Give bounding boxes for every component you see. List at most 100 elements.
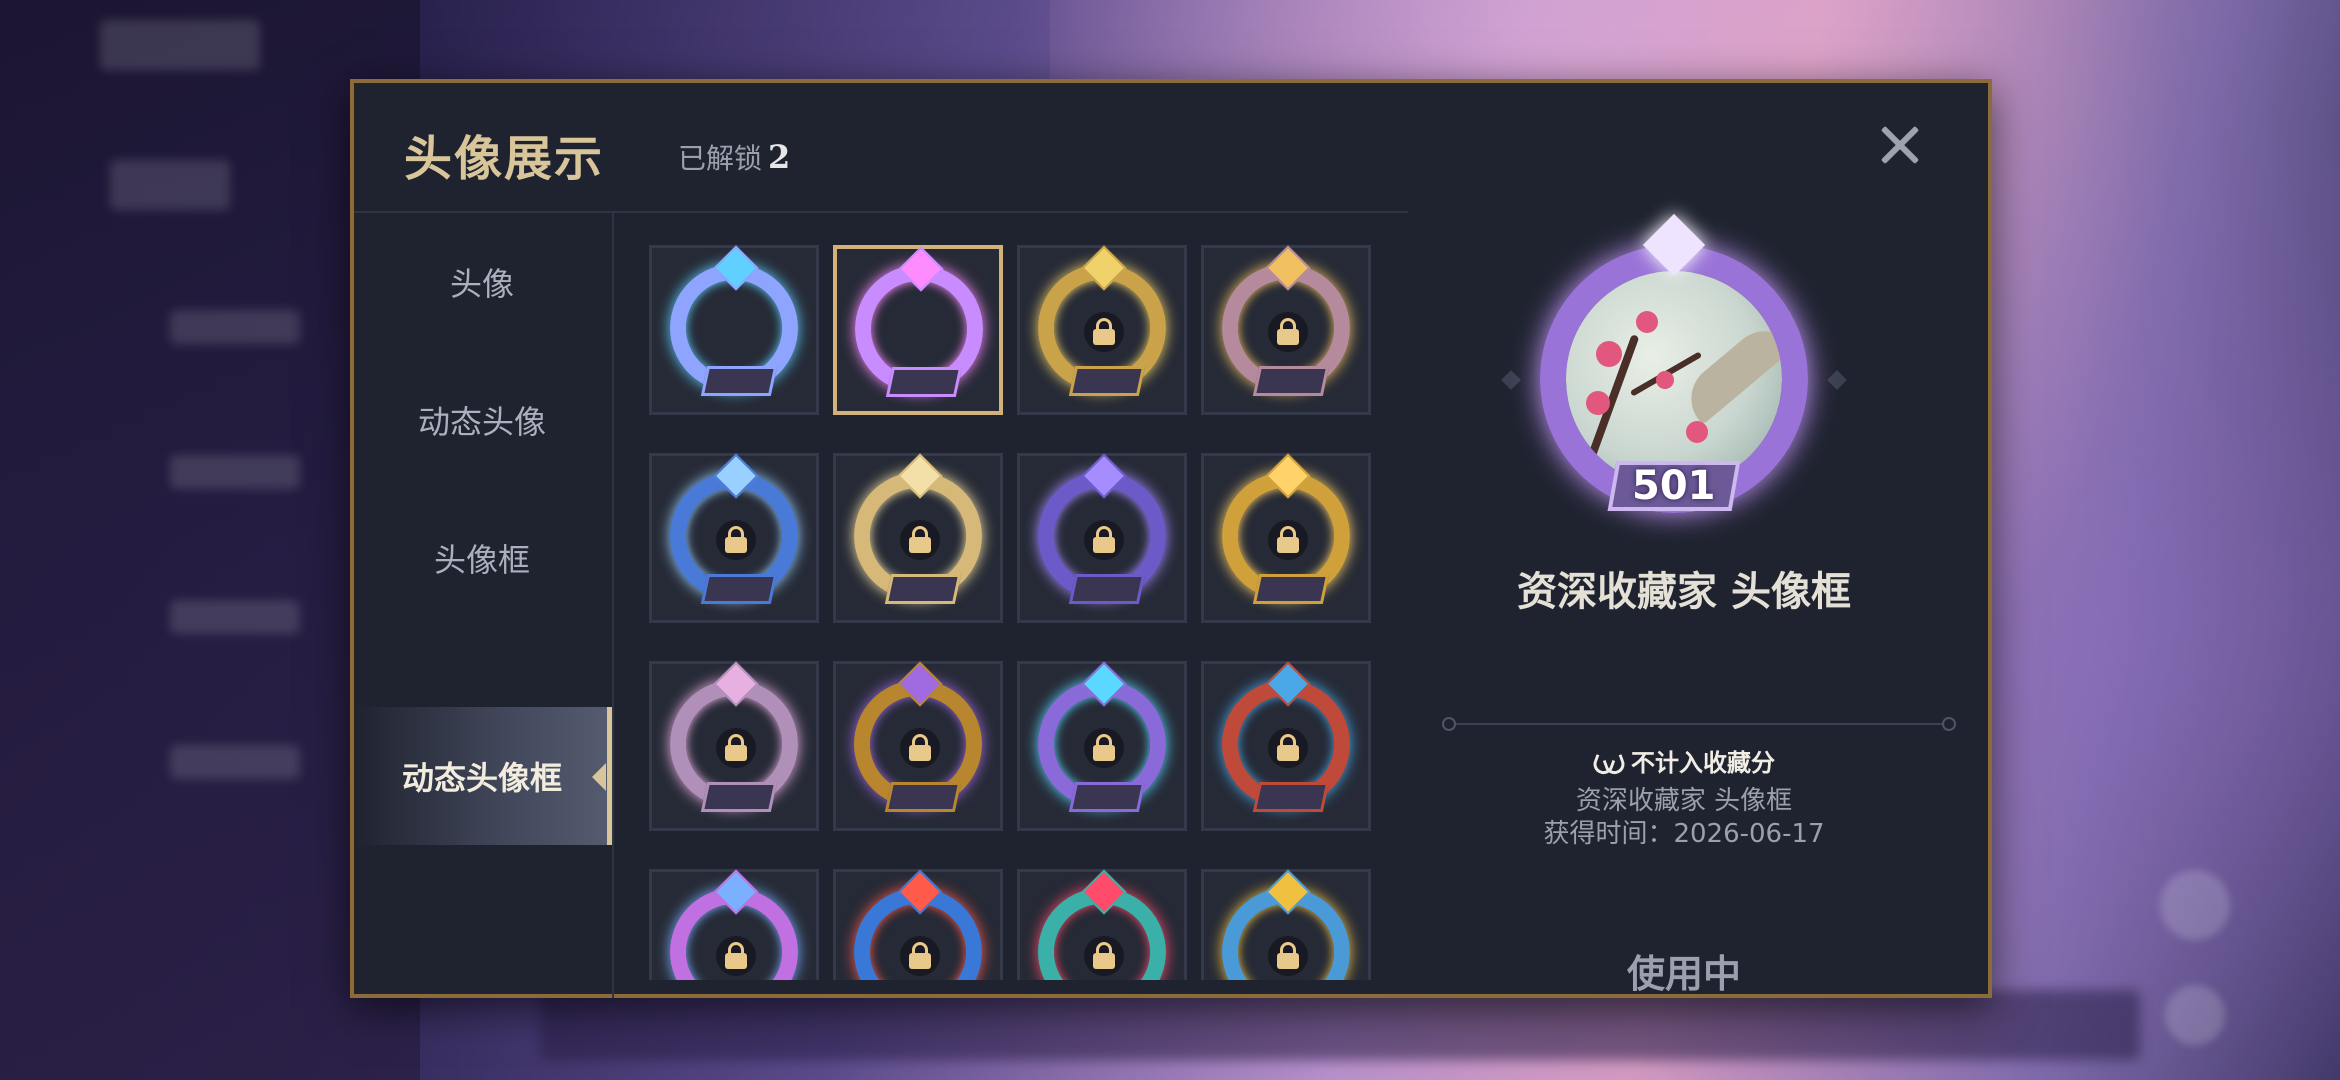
- background-blur-button: [2160, 870, 2230, 940]
- divider: [1442, 717, 1956, 731]
- lock-body: [909, 745, 931, 761]
- frame-plate-icon: [1068, 782, 1146, 812]
- blossom-illustration: [1586, 391, 1610, 415]
- lock-body: [1277, 953, 1299, 969]
- frame-cell[interactable]: [1201, 453, 1371, 623]
- gem-icon: [1501, 370, 1521, 390]
- background-bottom-bar: [540, 990, 2140, 1060]
- lock-icon: [900, 936, 940, 976]
- lock-icon: [1084, 312, 1124, 352]
- blossom-illustration: [1656, 371, 1674, 389]
- unlocked-label: 已解锁: [678, 142, 763, 175]
- blossom-illustration: [1596, 341, 1622, 367]
- lock-body: [909, 953, 931, 969]
- divider-dot: [1442, 717, 1456, 731]
- lock-icon: [716, 520, 756, 560]
- background-blur-text: [170, 745, 300, 779]
- frame-preview: 501: [1501, 213, 1847, 523]
- lock-body: [1277, 537, 1299, 553]
- frame-cell[interactable]: [1017, 661, 1187, 831]
- divider-dot: [1942, 717, 1956, 731]
- boat-illustration: [1677, 317, 1782, 425]
- frame-cell[interactable]: [1201, 869, 1371, 980]
- desc-name: 资深收藏家 头像框: [1575, 786, 1793, 816]
- avatar-showcase-dialog: 头像展示 已解锁 2 头像 动态头像 头像框 动态头像框 501 资深收藏家 头…: [350, 79, 1992, 998]
- tab-label: 动态头像: [417, 403, 546, 441]
- lock-body: [1093, 537, 1115, 553]
- frame-plate-icon: [700, 574, 778, 604]
- frame-plate-icon: [884, 782, 962, 812]
- lock-body: [1277, 745, 1299, 761]
- frame-plate-icon: [884, 574, 962, 604]
- frame-description: 资深收藏家 头像框 获得时间：2026-06-17: [1444, 785, 1924, 851]
- badge-text: 不计入收藏分: [1631, 749, 1775, 777]
- gem-icon: [1827, 370, 1847, 390]
- lock-icon: [1084, 728, 1124, 768]
- lock-body: [1277, 329, 1299, 345]
- frame-cell[interactable]: [1201, 245, 1371, 415]
- lock-icon: [1084, 520, 1124, 560]
- lock-icon: [716, 936, 756, 976]
- background-blur-text: [110, 160, 230, 210]
- frame-plate-icon: [1068, 366, 1146, 396]
- close-icon[interactable]: [1872, 117, 1928, 173]
- frame-cell[interactable]: [1017, 245, 1187, 415]
- lock-body: [725, 537, 747, 553]
- tab-animated-avatar-frame[interactable]: 动态头像框: [354, 707, 612, 845]
- frame-plate-icon: [1252, 574, 1330, 604]
- lock-body: [725, 745, 747, 761]
- frame-cell[interactable]: [833, 661, 1003, 831]
- background-blur-button: [2165, 985, 2225, 1045]
- lock-body: [725, 953, 747, 969]
- lock-body: [1093, 745, 1115, 761]
- frame-cell[interactable]: [1201, 661, 1371, 831]
- dialog-header: 头像展示 已解锁 2: [354, 83, 1408, 213]
- lock-icon: [716, 728, 756, 768]
- lock-icon: [1084, 936, 1124, 976]
- lock-icon: [1268, 312, 1308, 352]
- frame-plate-icon: [1252, 366, 1330, 396]
- lock-body: [1093, 953, 1115, 969]
- frame-grid: [649, 245, 1389, 980]
- level-plate: 501: [1607, 461, 1741, 511]
- frame-plate-icon: [700, 782, 778, 812]
- tab-animated-avatar[interactable]: 动态头像: [354, 351, 610, 489]
- frame-plate-icon: [885, 367, 963, 397]
- preview-avatar-image: [1566, 271, 1782, 487]
- level-number: 501: [1632, 463, 1716, 509]
- background-blur-text: [170, 600, 300, 634]
- lock-body: [909, 537, 931, 553]
- lock-body: [1093, 329, 1115, 345]
- background-blur-text: [100, 20, 260, 70]
- frame-cell[interactable]: [649, 869, 819, 980]
- blossom-illustration: [1636, 311, 1658, 333]
- tab-avatar[interactable]: 头像: [354, 213, 610, 351]
- frame-cell[interactable]: [833, 453, 1003, 623]
- tab-avatar-frame[interactable]: 头像框: [354, 489, 610, 627]
- lock-icon: [900, 728, 940, 768]
- unlocked-count: 2: [768, 138, 791, 176]
- frame-cell[interactable]: [649, 661, 819, 831]
- frame-cell[interactable]: [1017, 869, 1187, 980]
- tab-label: 动态头像框: [401, 759, 562, 797]
- frame-plate-icon: [1252, 782, 1330, 812]
- blossom-illustration: [1686, 421, 1708, 443]
- active-tab-arrow-icon: [592, 763, 606, 791]
- frame-cell[interactable]: [649, 245, 819, 415]
- frame-cell[interactable]: [1017, 453, 1187, 623]
- lock-icon: [1268, 520, 1308, 560]
- frame-cell[interactable]: [833, 869, 1003, 980]
- in-use-status: 使用中: [1626, 952, 1741, 996]
- acquired-time: 获得时间：2026-06-17: [1543, 819, 1825, 849]
- frame-cell[interactable]: [649, 453, 819, 623]
- tab-label: 头像框: [433, 541, 530, 579]
- frame-cell[interactable]: [833, 245, 1003, 415]
- frame-plate-icon: [1068, 574, 1146, 604]
- category-sidebar: 头像 动态头像 头像框 动态头像框: [354, 213, 614, 998]
- lock-icon: [900, 520, 940, 560]
- background-blur-text: [170, 310, 300, 344]
- frame-plate-icon: [700, 366, 778, 396]
- tab-label: 头像: [449, 265, 514, 303]
- lock-icon: [1268, 936, 1308, 976]
- frame-name: 资深收藏家 头像框: [1517, 569, 1851, 615]
